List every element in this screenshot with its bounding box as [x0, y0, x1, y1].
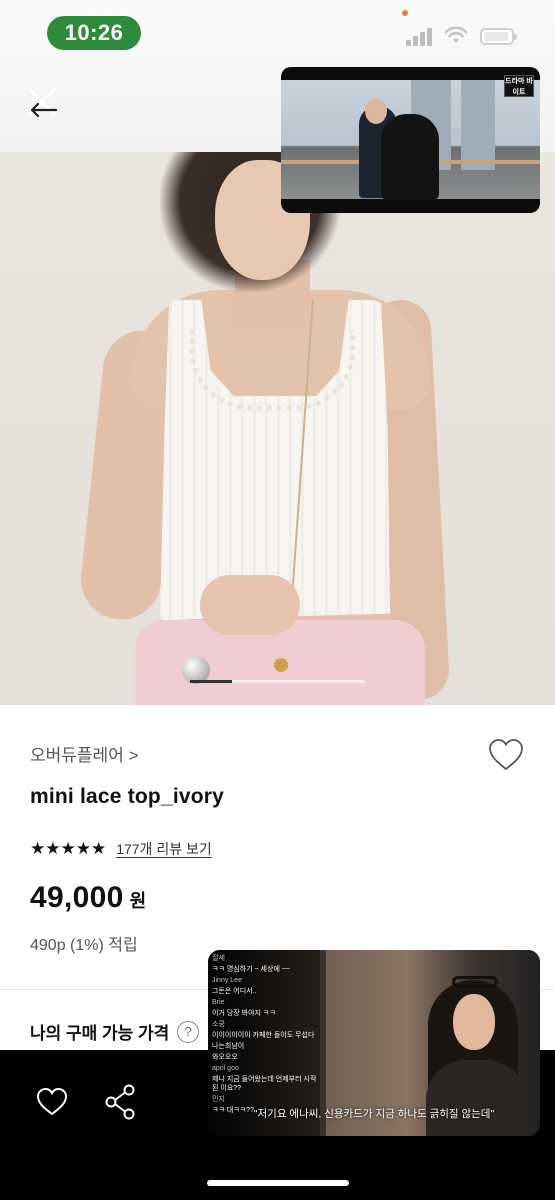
chat-text: 나는최남이	[212, 1043, 245, 1050]
share-icon[interactable]	[104, 1084, 136, 1120]
battery-level	[484, 32, 508, 41]
price-row: 49,000 원	[30, 881, 146, 915]
rating-stars: ★★★★★	[30, 839, 107, 858]
actor-head	[365, 98, 387, 124]
sunglasses	[452, 976, 498, 988]
chat-text: ㅋㅋ 명심하기 ~ 세상에 ~~	[212, 966, 291, 973]
chat-message: 제니 지금 들어왔는데 언제부터 시작된 이요??	[212, 1075, 322, 1093]
heart-outline-icon[interactable]	[487, 737, 525, 773]
chat-message: 소쿵	[212, 1020, 322, 1029]
heart-outline-icon[interactable]	[35, 1086, 69, 1118]
pip-video-drama[interactable]: 드라마 바이트	[281, 67, 540, 213]
help-icon[interactable]: ?	[177, 1020, 200, 1043]
signal-bar	[420, 32, 425, 46]
chat-text: 와오오오	[212, 1054, 238, 1061]
chat-text: 그돈은 어디서..	[212, 988, 257, 995]
wifi-icon	[444, 26, 468, 43]
product-name: mini lace top_ivory	[30, 785, 225, 808]
signal-bar	[413, 36, 418, 46]
streamer-face	[453, 994, 495, 1050]
lace-neckline	[190, 330, 355, 410]
chat-message: 절세	[212, 954, 322, 963]
review-link[interactable]: 177개 리뷰 보기	[116, 839, 212, 859]
live-subtitle: "저기요 에나씨, 신용카드가 지금 하나도 긁히질 않는데"	[253, 1108, 495, 1120]
battery-icon	[480, 28, 517, 45]
pip-video-live[interactable]: 절세 ㅋㅋ 명심하기 ~ 세상에 ~~ Jinny Lee 그돈은 어디서.. …	[208, 950, 540, 1136]
pip-video-frame	[281, 80, 540, 200]
status-time: 10:26	[47, 16, 141, 50]
price-currency: 원	[129, 891, 147, 911]
pants-button	[274, 658, 288, 672]
chat-message: 민지	[212, 1095, 322, 1104]
chat-message: april goo	[212, 1064, 322, 1073]
home-indicator[interactable]	[207, 1180, 349, 1186]
price-value: 49,000	[30, 881, 124, 914]
chat-user: Jinny Lee	[212, 977, 242, 984]
my-price-row[interactable]: 나의 구매 가능 가격 ?	[30, 1019, 200, 1044]
status-bar: 10:26	[0, 0, 555, 70]
signal-bar	[406, 40, 411, 46]
media-progress-fill	[190, 680, 232, 683]
chat-text: 제니 지금 들어왔는데 언제부터 시작된 이요??	[212, 1076, 317, 1092]
my-price-label: 나의 구매 가능 가격	[30, 1024, 170, 1043]
chat-user: Brie	[212, 999, 225, 1006]
streamer-body	[426, 1060, 526, 1136]
chat-message: 와오오오	[212, 1053, 322, 1062]
rating-row: ★★★★★ 177개 리뷰 보기	[30, 839, 212, 859]
media-progress-bar	[190, 680, 365, 683]
chat-message: 이거 당장 봐야지 ㅋㅋ	[212, 1009, 322, 1018]
chat-text: 이거 당장 봐야지 ㅋㅋ	[212, 1010, 276, 1017]
chat-message: Jinny Lee	[212, 976, 322, 985]
actress-figure	[381, 114, 439, 200]
privacy-indicator-dot	[402, 10, 408, 16]
back-arrow-icon[interactable]	[22, 82, 62, 122]
channel-logo: 드라마 바이트	[504, 75, 534, 97]
chat-message: 나는최남이	[212, 1042, 322, 1051]
chat-message: 이이이이이이 카페한 돌이도 무섭다	[212, 1031, 322, 1040]
model-hand	[200, 575, 300, 635]
brand-link[interactable]: 오버듀플레어 >	[30, 741, 139, 766]
cellular-signal-icon	[406, 26, 434, 46]
signal-bar	[427, 28, 432, 46]
chat-message: Brie	[212, 998, 322, 1007]
background-building	[461, 80, 495, 170]
chat-user: 민지	[212, 1096, 225, 1103]
chat-message: 그돈은 어디서..	[212, 987, 322, 996]
chat-user: 절세	[212, 955, 225, 962]
chat-user: april goo	[212, 1065, 239, 1072]
reward-points: 490p (1%) 적립	[30, 937, 138, 954]
chat-message: ㅋㅋ 명심하기 ~ 세상에 ~~	[212, 965, 322, 974]
chat-text: 이이이이이이 카페한 돌이도 무섭다	[212, 1032, 315, 1039]
chat-user: 소쿵	[212, 1021, 225, 1028]
